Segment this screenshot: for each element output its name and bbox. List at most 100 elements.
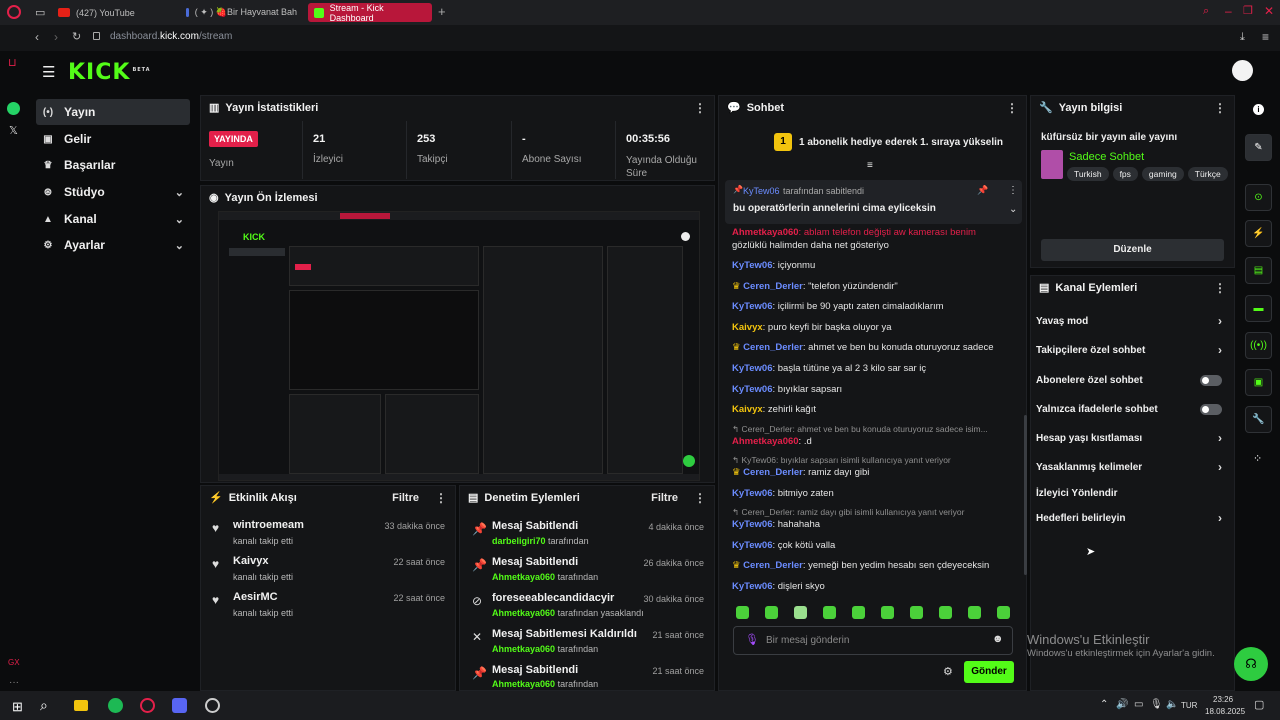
activity-item[interactable]: ♥ AesirMC kanalı takip etti 22 saat önce: [201, 591, 455, 621]
banned-words-row[interactable]: Yasaklanmış kelimeler ›: [1036, 456, 1226, 478]
download-icon[interactable]: ⤓: [1240, 31, 1245, 44]
chat-message[interactable]: Kaivyx: puro keyfi bir başka oluyor ya: [732, 322, 891, 333]
menu-icon[interactable]: ≡: [1262, 30, 1269, 44]
mic-icon[interactable]: 🎙: [745, 633, 759, 646]
network-icon[interactable]: ▭: [1134, 699, 1143, 710]
stream-preview-video[interactable]: KICK: [218, 211, 700, 481]
moderation-item[interactable]: ✕ Mesaj Sabitlemesi Kaldırıldı Ahmetkaya06…: [460, 628, 714, 658]
tab-youtube[interactable]: (427) YouTube: [52, 3, 177, 22]
emote-icon[interactable]: [910, 606, 923, 619]
filter-button[interactable]: Filtre: [651, 492, 678, 504]
chat-message[interactable]: KyTew06: bıyıklar sapsarı: [732, 384, 842, 395]
activity-item[interactable]: ♥ wintroemeam kanalı takip etti 33 dakika ö…: [201, 519, 455, 549]
url-field[interactable]: dashboard.kick.com/stream: [110, 31, 232, 42]
record-icon[interactable]: ⊙: [1245, 184, 1272, 211]
bag-icon[interactable]: ⊔: [8, 56, 17, 69]
chat-scrollbar[interactable]: [1024, 415, 1027, 575]
host-redirect-row[interactable]: İzleyici Yönlendir: [1036, 482, 1226, 504]
mic-tray-icon[interactable]: 🎙: [1150, 699, 1163, 710]
unpin-icon[interactable]: 📌: [977, 185, 988, 196]
moderation-item[interactable]: 📌 Mesaj Sabitlendi Ahmetkaya060 tarafından…: [460, 556, 714, 586]
windows-start-icon[interactable]: ⊞: [12, 699, 23, 715]
more-options-icon[interactable]: ⋮: [694, 491, 706, 505]
filter-button[interactable]: Filtre: [392, 492, 419, 504]
maximize-button[interactable]: ❐: [1243, 4, 1253, 17]
chat-message[interactable]: Ahmetkaya060: .d: [732, 436, 812, 447]
avatar[interactable]: [1232, 60, 1253, 81]
emote-icon[interactable]: [997, 606, 1010, 619]
forward-icon[interactable]: ›: [54, 30, 58, 44]
nav-gelir[interactable]: ▣ Gelir: [36, 126, 190, 152]
more-options-icon[interactable]: ⋮: [1214, 101, 1226, 115]
kick-logo[interactable]: KICK BETA: [68, 60, 151, 85]
spotify-icon[interactable]: [108, 698, 123, 713]
activity-item[interactable]: ♥ Kaivyx kanalı takip etti 22 saat önce: [201, 555, 455, 585]
chat-message[interactable]: KyTew06: içiyonmu: [732, 260, 815, 271]
more-options-icon[interactable]: ⋮: [435, 491, 447, 505]
nav-yayin[interactable]: (•) Yayın: [36, 99, 190, 125]
edit-button[interactable]: Düzenle: [1041, 239, 1224, 261]
document-icon[interactable]: ▤: [1245, 257, 1272, 284]
close-window-button[interactable]: ✕: [1264, 4, 1274, 18]
chat-message[interactable]: KyTew06: hahahaha: [732, 519, 820, 530]
emote-icon[interactable]: [823, 606, 836, 619]
category-name[interactable]: Sadece Sohbet: [1069, 151, 1144, 163]
chat-message[interactable]: KyTew06: bitmiyo zaten: [732, 488, 834, 499]
chevron-down-icon[interactable]: ⌄: [1009, 204, 1017, 215]
chat-message[interactable]: KyTew06: çok kötü valla: [732, 540, 835, 551]
chat-message[interactable]: gözlüklü halimden daha net gösteriyo: [732, 240, 889, 251]
opera-logo-icon[interactable]: [7, 5, 21, 19]
emote-icon[interactable]: [794, 606, 807, 619]
whatsapp-icon[interactable]: [7, 102, 20, 115]
more-options-icon[interactable]: ⋮: [694, 101, 706, 115]
nav-ayarlar[interactable]: ⚙ Ayarlar ⌄: [36, 232, 190, 258]
back-icon[interactable]: ‹: [35, 30, 39, 44]
chat-message[interactable]: ♛ Ceren_Derler: "telefon yüzündendir": [732, 281, 898, 292]
nav-basarilar[interactable]: ♛ Başarılar: [36, 152, 190, 178]
more-options-icon[interactable]: ⋮: [1214, 281, 1226, 295]
moderation-item[interactable]: ⊘ foreseeablecandidacyir Ahmetkaya060 tara…: [460, 592, 714, 622]
language-indicator[interactable]: TUR: [1181, 701, 1197, 710]
hamburger-menu-icon[interactable]: ☰: [42, 63, 55, 81]
chat-settings-icon[interactable]: ⚙: [943, 665, 953, 678]
info-icon[interactable]: i: [1253, 104, 1264, 115]
subscribers-only-row[interactable]: Abonelere özel sohbet: [1036, 369, 1226, 391]
more-icon[interactable]: ···: [9, 677, 19, 688]
minimize-button[interactable]: –: [1225, 4, 1232, 18]
emote-icon[interactable]: [939, 606, 952, 619]
reload-icon[interactable]: ↻: [72, 30, 81, 43]
account-age-row[interactable]: Hesap yaşı kısıtlaması ›: [1036, 427, 1226, 449]
moderation-item[interactable]: 📌 Mesaj Sabitlendi darbeligiri70 tarafında…: [460, 520, 714, 550]
speaker-tray-icon[interactable]: 🔈: [1166, 699, 1178, 710]
chat-message[interactable]: KyTew06: başla tütüne ya al 2 3 kilo sar…: [732, 363, 926, 374]
support-chat-button[interactable]: ☊: [1234, 647, 1268, 681]
x-twitter-icon[interactable]: 𝕏: [9, 124, 18, 137]
more-options-icon[interactable]: ⋮: [1006, 101, 1018, 115]
followers-only-row[interactable]: Takipçilere özel sohbet ›: [1036, 339, 1226, 361]
emotes-only-row[interactable]: Yalnızca ifadelerle sohbet: [1036, 398, 1226, 420]
gift-banner[interactable]: 1 abonelik hediye ederek 1. sıraya yükse…: [799, 137, 1003, 148]
nav-kanal[interactable]: ▲ Kanal ⌄: [36, 206, 190, 232]
new-tab-button[interactable]: +: [438, 4, 446, 19]
layout-dots-icon[interactable]: ⁘: [1253, 452, 1262, 465]
tray-chevron-icon[interactable]: ⌃: [1100, 699, 1108, 710]
search-tabs-icon[interactable]: ⌕: [1203, 5, 1209, 18]
opera-gx-icon[interactable]: [140, 698, 155, 713]
chat-message[interactable]: Ahmetkaya060: ablam telefon değişti aw k…: [732, 227, 976, 238]
tab-workspaces-icon[interactable]: ▭: [35, 6, 45, 19]
send-button[interactable]: Gönder: [964, 661, 1014, 683]
set-goals-row[interactable]: Hedefleri belirleyin ›: [1036, 507, 1226, 529]
chat-bubble-icon[interactable]: ▬: [1245, 295, 1272, 322]
clock-date[interactable]: 18.08.2025: [1205, 707, 1245, 716]
emote-icon[interactable]: [852, 606, 865, 619]
chat-message[interactable]: KyTew06: dişleri skyo: [732, 581, 825, 592]
chat-message[interactable]: KyTew06: içilirmi be 90 yaptı zaten cima…: [732, 301, 944, 312]
wrench-icon[interactable]: 🔧: [1245, 406, 1272, 433]
broadcast-icon[interactable]: ((•)): [1245, 332, 1272, 359]
emote-icon[interactable]: [765, 606, 778, 619]
emotes-only-toggle[interactable]: [1200, 403, 1222, 415]
gx-icon[interactable]: GX: [8, 658, 20, 667]
chat-message[interactable]: ♛ Ceren_Derler: ahmet ve ben bu konuda o…: [732, 342, 994, 353]
expand-icon[interactable]: ≡: [867, 160, 873, 171]
emote-icon[interactable]: [881, 606, 894, 619]
